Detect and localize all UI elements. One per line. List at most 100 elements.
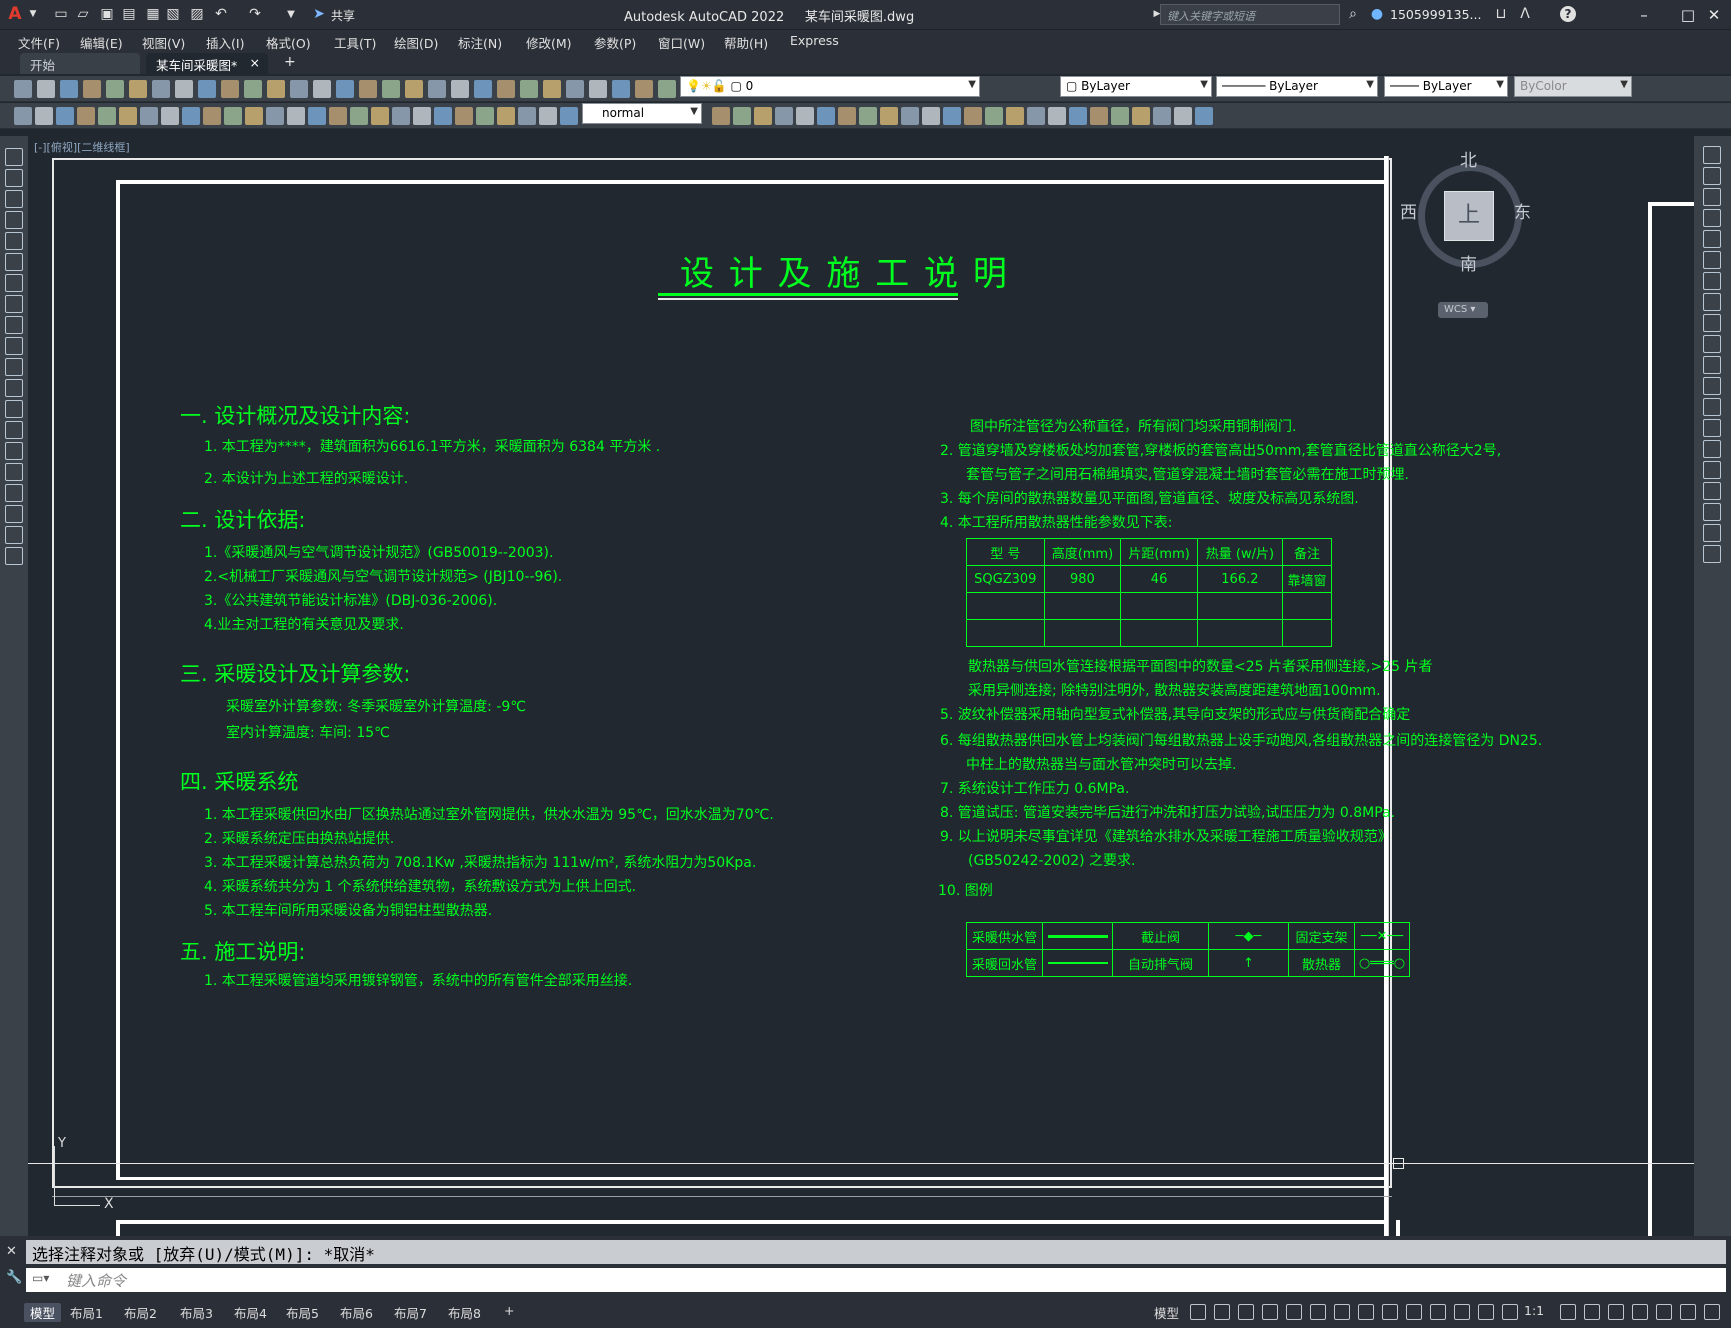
toolbar-tool-icon[interactable] xyxy=(244,80,262,98)
toolbar-tool-icon[interactable] xyxy=(1006,107,1024,125)
tab-layout[interactable]: 布局8 xyxy=(448,1303,481,1322)
toolbar-tool-icon[interactable] xyxy=(267,80,285,98)
toolbar-tool-icon[interactable] xyxy=(224,107,242,125)
linetype-dropdown[interactable]: ────── ByLayer ▼ xyxy=(1216,76,1378,97)
toolbar-tool-icon[interactable] xyxy=(161,107,179,125)
toolbar-tool-icon[interactable] xyxy=(83,80,101,98)
viewcube-west[interactable]: 西 xyxy=(1400,198,1417,223)
draw-tool-icon[interactable] xyxy=(5,421,23,439)
toolbar-tool-icon[interactable] xyxy=(796,107,814,125)
toolbar-tool-icon[interactable] xyxy=(392,107,410,125)
modify-tool-icon[interactable] xyxy=(1703,293,1721,311)
toolbar-tool-icon[interactable] xyxy=(106,80,124,98)
command-prompt-icon[interactable]: ▭▾ xyxy=(32,1271,49,1285)
modify-tool-icon[interactable] xyxy=(1703,398,1721,416)
status-tool-icon[interactable] xyxy=(1680,1304,1696,1320)
status-toggle-icon[interactable] xyxy=(1286,1304,1302,1320)
draw-tool-icon[interactable] xyxy=(5,232,23,250)
save-as-icon[interactable]: ▤ xyxy=(120,5,138,23)
toolbar-tool-icon[interactable] xyxy=(119,107,137,125)
draw-tool-icon[interactable] xyxy=(5,295,23,313)
menu-item[interactable]: 修改(M) xyxy=(526,33,572,52)
draw-tool-icon[interactable] xyxy=(5,358,23,376)
user-name[interactable]: 1505999135... xyxy=(1390,7,1481,22)
wcs-menu[interactable]: WCS ▾ xyxy=(1438,302,1488,318)
close-tab-icon[interactable]: × xyxy=(250,55,260,70)
close-window-button[interactable]: ✕ xyxy=(1700,4,1728,26)
draw-tool-icon[interactable] xyxy=(5,274,23,292)
tab-layout[interactable]: 布局5 xyxy=(286,1303,319,1322)
modify-tool-icon[interactable] xyxy=(1703,545,1721,563)
modify-tool-icon[interactable] xyxy=(1703,188,1721,206)
toolbar-tool-icon[interactable] xyxy=(1111,107,1129,125)
toolbar-tool-icon[interactable] xyxy=(451,80,469,98)
toolbar-tool-icon[interactable] xyxy=(880,107,898,125)
toolbar-tool-icon[interactable] xyxy=(520,80,538,98)
user-icon[interactable]: ● xyxy=(1368,5,1386,23)
toolbar-tool-icon[interactable] xyxy=(754,107,772,125)
status-toggle-icon[interactable] xyxy=(1238,1304,1254,1320)
toolbar-tool-icon[interactable] xyxy=(313,80,331,98)
toolbar-tool-icon[interactable] xyxy=(175,80,193,98)
viewcube-east[interactable]: 东 xyxy=(1514,198,1531,223)
toolbar-tool-icon[interactable] xyxy=(198,80,216,98)
viewport-label[interactable]: [-][俯视][二维线框] xyxy=(34,139,130,155)
modify-tool-icon[interactable] xyxy=(1703,377,1721,395)
status-toggle-icon[interactable] xyxy=(1478,1304,1494,1320)
tab-model[interactable]: 模型 xyxy=(24,1303,62,1322)
share-icon[interactable]: ➤ xyxy=(310,5,328,23)
menu-item[interactable]: 编辑(E) xyxy=(80,33,123,52)
toolbar-tool-icon[interactable] xyxy=(77,107,95,125)
draw-tool-icon[interactable] xyxy=(5,547,23,565)
menu-item[interactable]: Express xyxy=(790,33,839,48)
toolbar-tool-icon[interactable] xyxy=(336,80,354,98)
toolbar-tool-icon[interactable] xyxy=(589,80,607,98)
toolbar-tool-icon[interactable] xyxy=(266,107,284,125)
status-tool-icon[interactable] xyxy=(1632,1304,1648,1320)
menu-item[interactable]: 绘图(D) xyxy=(394,33,438,52)
toolbar-tool-icon[interactable] xyxy=(901,107,919,125)
modify-tool-icon[interactable] xyxy=(1703,419,1721,437)
toolbar-tool-icon[interactable] xyxy=(129,80,147,98)
search-input[interactable]: 键入关键字或短语 xyxy=(1160,4,1340,25)
modify-tool-icon[interactable] xyxy=(1703,230,1721,248)
help-icon[interactable]: ? xyxy=(1560,6,1576,22)
workspace-dropdown-icon[interactable]: ▼ xyxy=(282,5,300,23)
draw-tool-icon[interactable] xyxy=(5,505,23,523)
toolbar-tool-icon[interactable] xyxy=(817,107,835,125)
status-toggle-icon[interactable] xyxy=(1502,1304,1518,1320)
toolbar-tool-icon[interactable] xyxy=(543,80,561,98)
viewcube-north[interactable]: 北 xyxy=(1460,146,1477,171)
toolbar-tool-icon[interactable] xyxy=(943,107,961,125)
close-icon[interactable]: ✕ xyxy=(6,1244,17,1259)
toolbar-tool-icon[interactable] xyxy=(1195,107,1213,125)
toolbar-tool-icon[interactable] xyxy=(308,107,326,125)
add-tab-button[interactable]: + xyxy=(284,54,296,70)
new-file-icon[interactable]: ▭ xyxy=(52,5,70,23)
minimize-button[interactable]: – xyxy=(1630,4,1658,26)
autodesk-app-icon[interactable]: Λ xyxy=(1516,5,1534,23)
command-input[interactable]: ▭▾ 键入命令 xyxy=(26,1268,1726,1292)
modify-tool-icon[interactable] xyxy=(1703,524,1721,542)
drawing-canvas[interactable]: [-][俯视][二维线框] Y X 上 北 南 西 东 WCS ▾ 设 计 及 … xyxy=(28,136,1694,1236)
maximize-button[interactable]: □ xyxy=(1674,4,1702,26)
menu-item[interactable]: 文件(F) xyxy=(18,33,60,52)
toolbar-tool-icon[interactable] xyxy=(329,107,347,125)
toolbar-tool-icon[interactable] xyxy=(476,107,494,125)
draw-tool-icon[interactable] xyxy=(5,400,23,418)
menu-item[interactable]: 参数(P) xyxy=(594,33,636,52)
app-logo-icon[interactable]: A xyxy=(6,4,24,24)
toolbar-tool-icon[interactable] xyxy=(140,107,158,125)
draw-tool-icon[interactable] xyxy=(5,379,23,397)
draw-tool-icon[interactable] xyxy=(5,484,23,502)
toolbar-tool-icon[interactable] xyxy=(838,107,856,125)
draw-tool-icon[interactable] xyxy=(5,211,23,229)
toolbar-tool-icon[interactable] xyxy=(182,107,200,125)
status-tool-icon[interactable] xyxy=(1584,1304,1600,1320)
toolbar-tool-icon[interactable] xyxy=(560,107,578,125)
toolbar-tool-icon[interactable] xyxy=(350,107,368,125)
draw-tool-icon[interactable] xyxy=(5,190,23,208)
modify-tool-icon[interactable] xyxy=(1703,503,1721,521)
toolbar-tool-icon[interactable] xyxy=(635,80,653,98)
tab-layout[interactable]: 布局2 xyxy=(124,1303,157,1322)
